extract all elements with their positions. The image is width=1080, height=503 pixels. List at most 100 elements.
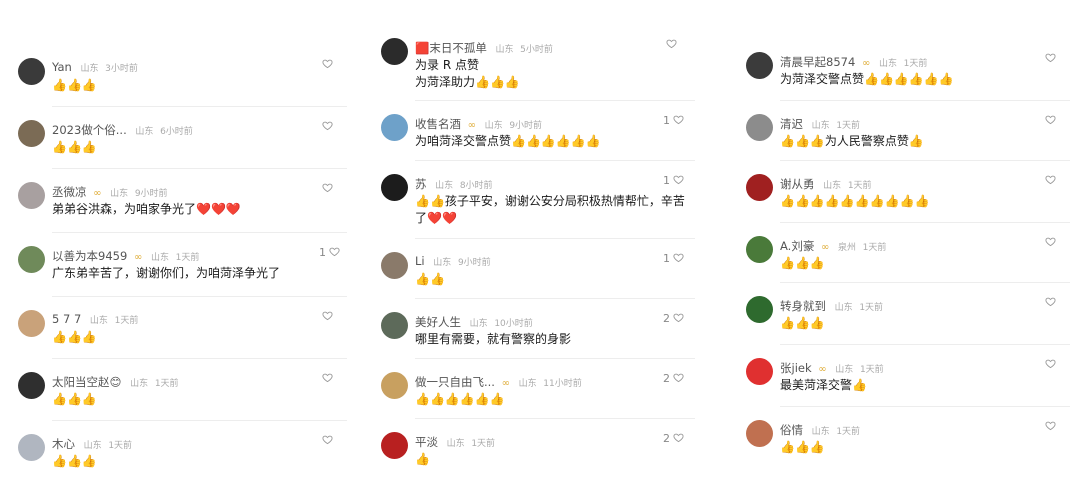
heart-icon[interactable] <box>322 182 333 193</box>
username[interactable]: 谢从勇 <box>780 177 815 191</box>
username[interactable]: Li <box>415 254 425 268</box>
heart-icon[interactable] <box>329 246 340 257</box>
avatar[interactable] <box>746 174 773 201</box>
divider <box>52 420 347 421</box>
like-button[interactable] <box>319 372 333 385</box>
like-count: 2 <box>663 372 670 385</box>
username[interactable]: 5 7 7 <box>52 312 81 326</box>
username[interactable]: A.刘豪 <box>780 239 814 253</box>
avatar[interactable] <box>381 432 408 459</box>
like-button[interactable]: 2 <box>663 372 684 385</box>
comment-text: 👍👍👍 <box>52 139 97 156</box>
avatar[interactable] <box>381 174 408 201</box>
heart-icon[interactable] <box>1045 420 1056 431</box>
heart-icon[interactable] <box>322 372 333 383</box>
like-button[interactable] <box>319 310 333 323</box>
like-button[interactable] <box>1042 236 1056 249</box>
comment-header: 平淡 山东 1天前 <box>415 434 495 450</box>
username[interactable]: 木心 <box>52 437 75 451</box>
like-button[interactable]: 1 <box>663 174 684 187</box>
like-button[interactable] <box>1042 296 1056 309</box>
like-button[interactable] <box>1042 420 1056 433</box>
heart-icon[interactable] <box>673 312 684 323</box>
divider <box>415 238 695 239</box>
heart-icon[interactable] <box>666 38 677 49</box>
avatar[interactable] <box>18 372 45 399</box>
like-button[interactable] <box>1042 114 1056 127</box>
like-button[interactable]: 2 <box>663 432 684 445</box>
avatar[interactable] <box>381 252 408 279</box>
username[interactable]: 🟥末日不孤单 <box>415 41 487 55</box>
username[interactable]: 以善为本9459 <box>52 249 127 263</box>
like-button[interactable]: 2 <box>663 312 684 325</box>
like-button[interactable] <box>663 38 677 51</box>
comment-header: 太阳当空赵😊 山东 1天前 <box>52 374 179 390</box>
avatar[interactable] <box>18 246 45 273</box>
heart-icon[interactable] <box>322 434 333 445</box>
avatar[interactable] <box>18 58 45 85</box>
heart-icon[interactable] <box>1045 174 1056 185</box>
username[interactable]: 转身就到 <box>780 299 826 313</box>
heart-icon[interactable] <box>1045 358 1056 369</box>
comment-text: 广东弟辛苦了，谢谢你们，为咱菏泽争光了 <box>52 265 280 282</box>
heart-icon[interactable] <box>322 310 333 321</box>
like-button[interactable] <box>319 434 333 447</box>
username[interactable]: 苏 <box>415 177 427 191</box>
like-button[interactable]: 1 <box>663 114 684 127</box>
avatar[interactable] <box>746 114 773 141</box>
timestamp: 1天前 <box>114 316 139 326</box>
username[interactable]: 收售名酒 <box>415 117 461 131</box>
like-button[interactable] <box>319 120 333 133</box>
username[interactable]: Yan <box>52 60 72 74</box>
avatar[interactable] <box>381 372 408 399</box>
like-button[interactable] <box>1042 174 1056 187</box>
infinity-badge-icon: ∞ <box>93 188 102 199</box>
username[interactable]: 太阳当空赵😊 <box>52 375 122 389</box>
like-button[interactable]: 1 <box>319 246 340 259</box>
avatar[interactable] <box>746 236 773 263</box>
username[interactable]: 俗情 <box>780 423 803 437</box>
heart-icon[interactable] <box>673 432 684 443</box>
like-button[interactable] <box>1042 52 1056 65</box>
username[interactable]: 做一只自由飞... <box>415 375 495 389</box>
username[interactable]: 清晨早起8574 <box>780 55 855 69</box>
comment-line: 了❤️❤️ <box>415 211 457 225</box>
heart-icon[interactable] <box>322 120 333 131</box>
heart-icon[interactable] <box>673 252 684 263</box>
heart-icon[interactable] <box>1045 114 1056 125</box>
username[interactable]: 2023做个俗... <box>52 123 127 137</box>
avatar[interactable] <box>746 420 773 447</box>
avatar[interactable] <box>381 38 408 65</box>
username[interactable]: 美好人生 <box>415 315 461 329</box>
region-label: 山东 <box>80 64 99 74</box>
avatar[interactable] <box>18 434 45 461</box>
avatar[interactable] <box>746 52 773 79</box>
heart-icon[interactable] <box>1045 236 1056 247</box>
heart-icon[interactable] <box>673 174 684 185</box>
avatar[interactable] <box>746 358 773 385</box>
username[interactable]: 丞微凉 <box>52 185 87 199</box>
region-label: 山东 <box>878 59 897 69</box>
heart-icon[interactable] <box>1045 296 1056 307</box>
avatar[interactable] <box>746 296 773 323</box>
username[interactable]: 清迟 <box>780 117 803 131</box>
avatar[interactable] <box>18 310 45 337</box>
heart-icon[interactable] <box>673 114 684 125</box>
divider <box>780 406 1070 407</box>
like-button[interactable] <box>319 58 333 71</box>
avatar[interactable] <box>381 312 408 339</box>
heart-icon[interactable] <box>673 372 684 383</box>
like-button[interactable]: 1 <box>663 252 684 265</box>
like-button[interactable] <box>1042 358 1056 371</box>
avatar[interactable] <box>18 120 45 147</box>
comment-header: 美好人生 山东 10小时前 <box>415 314 533 330</box>
like-count: 1 <box>319 246 326 259</box>
avatar[interactable] <box>381 114 408 141</box>
like-button[interactable] <box>319 182 333 195</box>
avatar[interactable] <box>18 182 45 209</box>
heart-icon[interactable] <box>322 58 333 69</box>
divider <box>415 358 695 359</box>
username[interactable]: 张jiek <box>780 361 812 375</box>
heart-icon[interactable] <box>1045 52 1056 63</box>
username[interactable]: 平淡 <box>415 435 438 449</box>
